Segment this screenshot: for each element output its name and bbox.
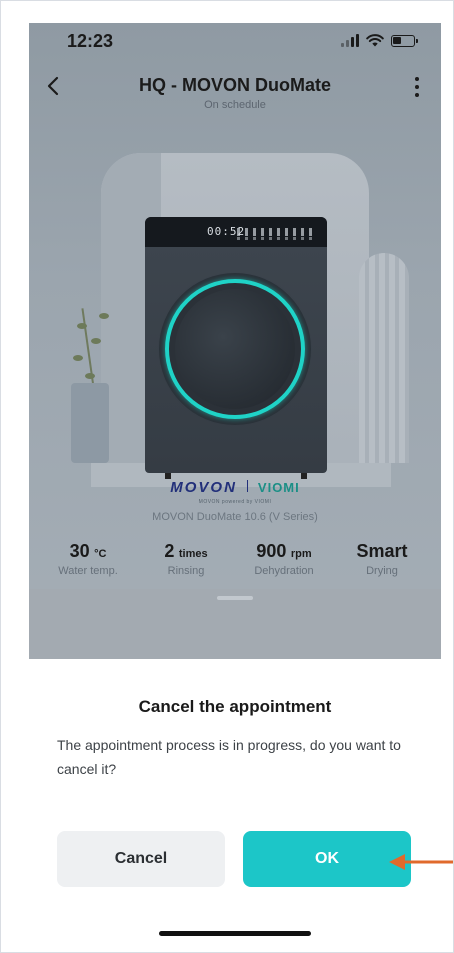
arrow-annotation-icon — [389, 854, 453, 870]
ok-button[interactable]: OK — [243, 831, 411, 887]
decor-leaf — [77, 323, 87, 329]
brand-logo-viomi: VIOMI — [257, 480, 300, 495]
decor-fluted-column — [359, 253, 409, 463]
spec-label: Drying — [366, 565, 398, 577]
spec-unit: rpm — [290, 548, 312, 560]
spec-value: 30 — [69, 541, 90, 561]
washer-control-panel: 00:52 — [145, 217, 327, 247]
spec-dehydration: 900 rpm Dehydration — [235, 541, 333, 577]
device-status-subtitle: On schedule — [204, 99, 266, 111]
phone-screen: 12:23 HQ - MOVON DuoMate On schedule 00:… — [29, 23, 441, 941]
product-image: 00:52 — [29, 133, 441, 513]
wash-settings-summary: 30 °C Water temp. 2 times Rinsing 900 rp… — [39, 541, 431, 577]
spec-unit: °C — [94, 548, 107, 560]
page-title: HQ - MOVON DuoMate — [139, 75, 331, 95]
decor-leaf — [99, 313, 109, 319]
home-indicator — [159, 931, 311, 936]
status-bar: 12:23 — [29, 23, 441, 63]
more-vertical-icon[interactable] — [407, 75, 427, 99]
spec-rinsing: 2 times Rinsing — [137, 541, 235, 577]
spec-water-temp: 30 °C Water temp. — [39, 541, 137, 577]
spec-label: Water temp. — [58, 565, 118, 577]
decor-leaf — [85, 373, 95, 379]
screenshot-frame: 12:23 HQ - MOVON DuoMate On schedule 00:… — [0, 0, 454, 953]
spec-label: Dehydration — [254, 565, 314, 577]
decor-leaf — [91, 338, 101, 344]
device-model-name: MOVON DuoMate 10.6 (V Series) — [152, 511, 318, 523]
washing-machine: 00:52 — [145, 217, 327, 479]
brand-divider — [246, 480, 248, 492]
signal-icon — [341, 34, 359, 47]
brand-tagline: MOVON powered by VIOMI — [198, 499, 272, 505]
spec-value: 2 — [164, 541, 175, 561]
spec-label: Rinsing — [167, 565, 205, 577]
washer-panel-buttons — [237, 228, 317, 236]
brand-logo-movon: MOVON — [170, 479, 237, 496]
status-time: 12:23 — [67, 31, 114, 51]
brand-logo: MOVON VIOMI — [29, 479, 441, 496]
status-icons — [341, 34, 418, 47]
battery-icon — [391, 34, 418, 47]
app-header: HQ - MOVON DuoMate On schedule — [29, 71, 441, 121]
washer-panel-labels — [237, 237, 317, 240]
spec-value: 900 — [256, 541, 287, 561]
spec-unit: times — [178, 548, 208, 560]
cancel-button[interactable]: Cancel — [57, 831, 225, 887]
spec-value: Smart — [356, 541, 408, 561]
washer-door-light-ring — [165, 279, 305, 419]
dialog-message: The appointment process is in progress, … — [57, 737, 401, 777]
wifi-icon — [366, 34, 384, 47]
dialog-title: Cancel the appointment — [138, 697, 332, 716]
sheet-drag-handle[interactable] — [217, 596, 253, 600]
decor-leaf — [73, 355, 83, 361]
spec-drying: Smart Drying — [333, 541, 431, 577]
cancel-appointment-dialog: Cancel the appointment The appointment p… — [29, 659, 441, 941]
decor-plant-pot — [71, 383, 109, 463]
